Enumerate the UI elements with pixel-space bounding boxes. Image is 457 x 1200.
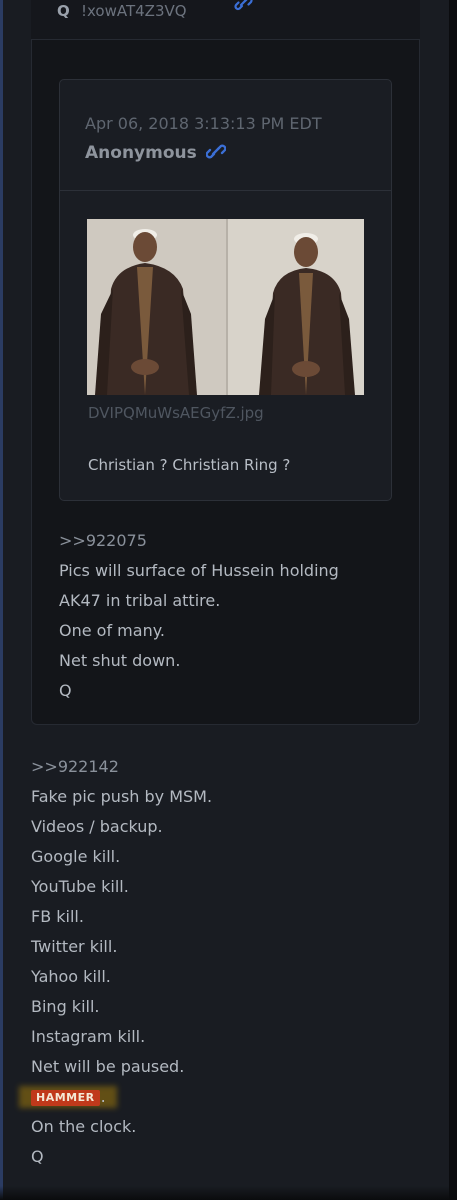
nested-post-text: Christian ? Christian Ring ? (88, 456, 291, 474)
quoted-post-body: >>922075 Pics will surface of Hussein ho… (59, 526, 339, 706)
post-line: Net shut down. (59, 651, 181, 670)
post-line: On the clock. (31, 1117, 137, 1136)
post-line: YouTube kill. (31, 877, 129, 896)
reply-link[interactable]: >>922142 (31, 752, 212, 782)
post-signature: Q (31, 1147, 44, 1166)
post-line: Videos / backup. (31, 817, 163, 836)
link-icon[interactable] (205, 143, 227, 165)
post-line: One of many. (59, 621, 165, 640)
main-post-body: >>922142 Fake pic push by MSM. Videos / … (19, 752, 213, 1172)
post-line: Yahoo kill. (31, 967, 111, 986)
reply-link[interactable]: >>922075 (59, 526, 339, 556)
post-signature: Q (59, 681, 72, 700)
post-line: Google kill. (31, 847, 121, 866)
tripcode: !xowAT4Z3VQ (81, 2, 187, 20)
hammer-highlight: HAMMER. (19, 1082, 117, 1112)
quoted-post-header: Q !xowAT4Z3VQ (31, 0, 420, 40)
post-line: Net will be paused. (31, 1057, 185, 1076)
post-line: Pics will surface of Hussein holding (59, 561, 339, 580)
image-filename[interactable]: DVIPQMuWsAEGyfZ.jpg (88, 404, 264, 422)
bottom-shadow (0, 1186, 457, 1200)
hammer-line: HAMMER. (19, 1082, 212, 1112)
hammer-badge: HAMMER (31, 1090, 100, 1106)
post-date: Apr 06, 2018 3:13:13 PM EDT (85, 114, 322, 133)
post-line: AK47 in tribal attire. (59, 591, 221, 610)
post-line: Fake pic push by MSM. (31, 787, 213, 806)
post-line: FB kill. (31, 907, 84, 926)
hammer-suffix: . (100, 1087, 106, 1106)
post-line: Instagram kill. (31, 1027, 146, 1046)
post-line: Bing kill. (31, 997, 100, 1016)
post-image[interactable] (87, 219, 364, 395)
post-line: Twitter kill. (31, 937, 118, 956)
nested-post-header: Apr 06, 2018 3:13:13 PM EDT Anonymous (60, 80, 391, 191)
nested-post-card: Apr 06, 2018 3:13:13 PM EDT Anonymous DV… (59, 79, 392, 501)
author-mark: Q (57, 2, 70, 20)
scroll-edge (449, 0, 457, 1200)
link-icon[interactable] (234, 0, 254, 15)
author-name: Anonymous (85, 143, 197, 163)
